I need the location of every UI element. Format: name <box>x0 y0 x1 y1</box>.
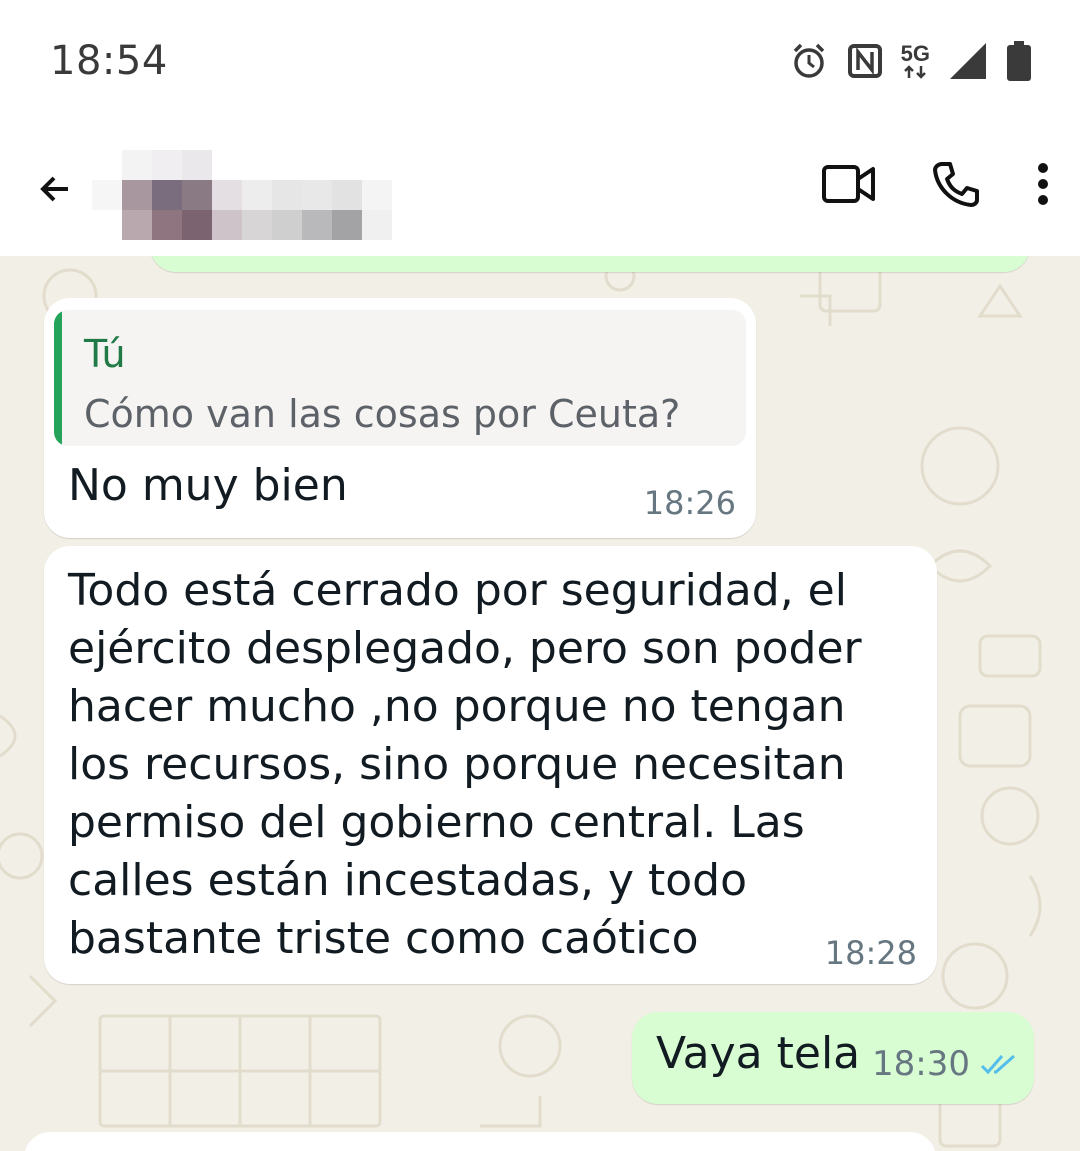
message-bubble-incoming[interactable]: Todo está cerrado por seguridad, el ejér… <box>44 546 937 984</box>
previous-message-bubble[interactable] <box>150 256 1030 272</box>
message-bubble-incoming[interactable]: Tú Cómo van las cosas por Ceuta? No muy … <box>44 298 756 538</box>
video-call-button[interactable] <box>822 164 876 204</box>
contact-name-redacted[interactable] <box>92 150 392 240</box>
network-label: 5G <box>900 41 930 66</box>
voice-call-button[interactable] <box>932 160 980 208</box>
header-actions <box>822 160 1050 208</box>
message-time: 18:30 <box>872 1044 970 1084</box>
message-text: Todo está cerrado por seguridad, el ejér… <box>68 565 862 964</box>
alarm-icon <box>789 41 829 81</box>
message-text: No muy bien <box>68 460 348 511</box>
chat-header <box>0 120 1080 256</box>
chat-area[interactable]: Tú Cómo van las cosas por Ceuta? No muy … <box>0 256 1080 1151</box>
status-time: 18:54 <box>50 38 168 84</box>
more-options-button[interactable] <box>1036 162 1050 206</box>
quote-text: Cómo van las cosas por Ceuta? <box>84 392 681 436</box>
5g-icon: 5G <box>901 43 930 79</box>
message-meta: 18:30 <box>872 1044 1020 1084</box>
nfc-icon <box>847 43 883 79</box>
status-bar: 18:54 5G <box>0 0 1080 120</box>
voice-call-icon <box>933 162 979 207</box>
next-message-bubble[interactable] <box>24 1132 936 1151</box>
read-receipt-icon <box>980 1054 1015 1075</box>
quote-author: Tú <box>84 332 126 376</box>
quoted-message[interactable]: Tú Cómo van las cosas por Ceuta? <box>54 310 746 446</box>
battery-icon <box>1006 40 1032 82</box>
back-button[interactable] <box>30 164 80 214</box>
message-text: Vaya tela <box>656 1028 861 1079</box>
more-options-icon <box>1038 163 1048 205</box>
status-icons: 5G <box>789 40 1032 82</box>
back-arrow-icon <box>40 176 68 202</box>
message-bubble-outgoing[interactable]: Vaya tela 18:30 <box>632 1012 1034 1104</box>
message-time: 18:28 <box>824 934 917 972</box>
video-call-icon <box>822 165 875 203</box>
message-time: 18:26 <box>643 484 736 522</box>
quote-accent-bar <box>54 310 62 446</box>
signal-icon <box>948 41 988 81</box>
